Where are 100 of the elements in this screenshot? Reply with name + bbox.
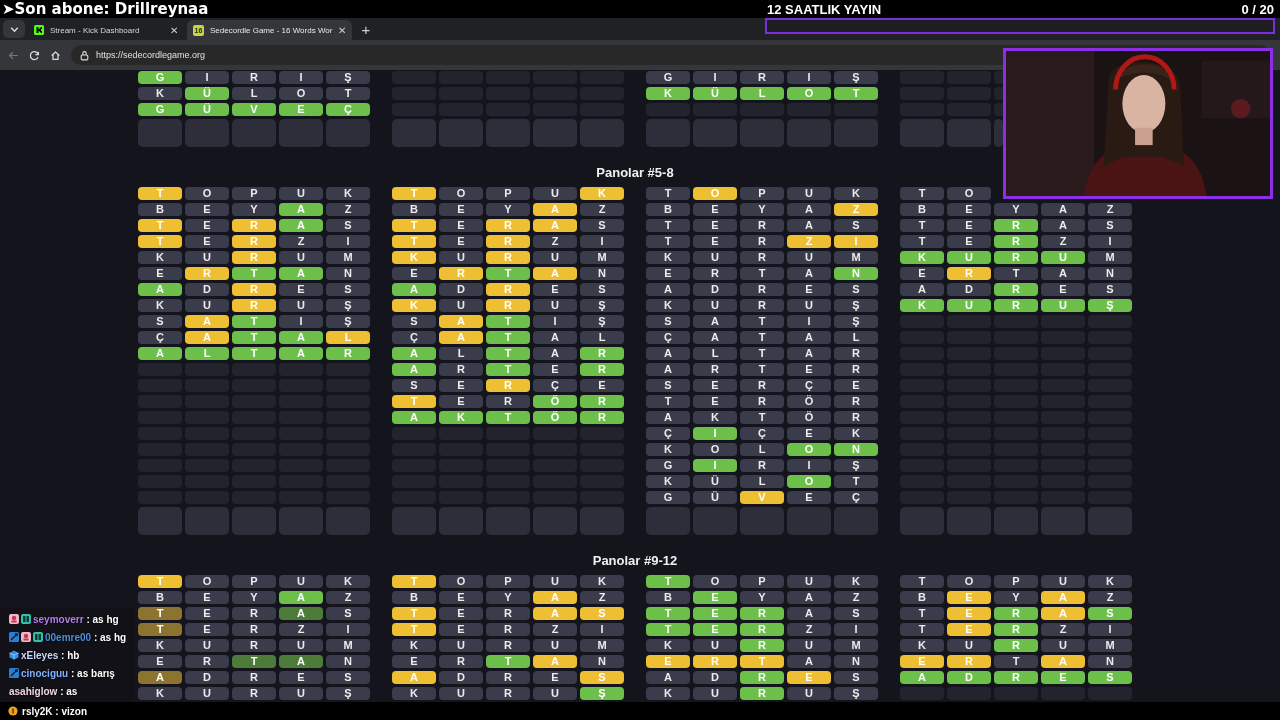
- goal-counter: 0 / 20: [1241, 1, 1275, 17]
- letter-tile: T: [900, 575, 944, 588]
- letter-tile: S: [326, 607, 370, 620]
- letter-tile: K: [580, 575, 624, 588]
- letter-tile: A: [392, 411, 436, 424]
- empty-tile: [580, 71, 624, 84]
- letter-tile: L: [580, 331, 624, 344]
- new-tab-button[interactable]: +: [355, 20, 377, 40]
- letter-tile: K: [138, 299, 182, 312]
- letter-tile: N: [1088, 655, 1132, 668]
- letter-tile: U: [693, 299, 737, 312]
- letter-tile: E: [646, 267, 690, 280]
- letter-tile: A: [279, 347, 323, 360]
- letter-tile: T: [392, 623, 436, 636]
- home-icon[interactable]: [50, 49, 61, 61]
- input-tile: [646, 507, 690, 535]
- letter-tile: I: [834, 235, 878, 248]
- letter-tile: M: [1088, 639, 1132, 652]
- letter-tile: N: [834, 655, 878, 668]
- letter-tile: R: [326, 347, 370, 360]
- letter-tile: R: [947, 267, 991, 280]
- close-tab-button[interactable]: ✕: [170, 24, 178, 36]
- input-tile: [439, 507, 483, 535]
- letter-tile: S: [834, 283, 878, 296]
- letter-tile: U: [279, 187, 323, 200]
- letter-tile: Ç: [138, 331, 182, 344]
- empty-tile: [994, 71, 1003, 84]
- letter-tile: R: [486, 219, 530, 232]
- letter-tile: I: [693, 427, 737, 440]
- letter-tile: E: [439, 591, 483, 604]
- letter-tile: R: [232, 639, 276, 652]
- letter-tile: E: [1041, 671, 1085, 684]
- letter-tile: R: [693, 363, 737, 376]
- tab-list-button[interactable]: [3, 20, 25, 38]
- letter-tile: T: [232, 331, 276, 344]
- letter-tile: L: [740, 87, 784, 100]
- reload-icon[interactable]: [29, 49, 40, 61]
- letter-tile: E: [787, 427, 831, 440]
- letter-tile: L: [439, 347, 483, 360]
- browser-tab[interactable]: Stream - Kick Dashboard ✕: [28, 20, 184, 40]
- empty-tile: [392, 71, 436, 84]
- letter-tile: Z: [834, 591, 878, 604]
- letter-tile: Ş: [326, 315, 370, 328]
- letter-tile: R: [994, 299, 1038, 312]
- site-info-icon[interactable]: [79, 49, 90, 61]
- letter-tile: R: [232, 671, 276, 684]
- chat-message: cinociguu : as barış: [21, 667, 115, 679]
- letter-tile: U: [693, 687, 737, 700]
- input-tile: [1088, 507, 1132, 535]
- letter-tile: O: [185, 187, 229, 200]
- letter-tile: A: [279, 607, 323, 620]
- letter-tile: E: [693, 203, 737, 216]
- letter-tile: A: [533, 267, 577, 280]
- input-tile: [138, 507, 182, 535]
- letter-tile: Z: [580, 591, 624, 604]
- letter-tile: U: [439, 251, 483, 264]
- letter-tile: T: [392, 575, 436, 588]
- letter-tile: D: [439, 671, 483, 684]
- letter-tile: A: [392, 347, 436, 360]
- letter-tile: Z: [787, 235, 831, 248]
- letter-tile: O: [947, 575, 991, 588]
- stream-title: 12 SAATLIK YAYIN: [766, 1, 883, 17]
- empty-tile: [439, 71, 483, 84]
- letter-tile: R: [994, 235, 1038, 248]
- letter-tile: E: [439, 219, 483, 232]
- letter-tile: G: [138, 103, 182, 116]
- letter-tile: S: [392, 379, 436, 392]
- letter-tile: T: [232, 655, 276, 668]
- letter-tile: A: [646, 363, 690, 376]
- letter-tile: A: [1041, 591, 1085, 604]
- letter-tile: A: [138, 671, 182, 684]
- letter-tile: R: [834, 395, 878, 408]
- close-tab-button[interactable]: ✕: [338, 24, 347, 36]
- letter-tile: I: [834, 623, 878, 636]
- input-tile: [787, 119, 831, 147]
- letter-tile: L: [232, 87, 276, 100]
- letter-tile: T: [646, 607, 690, 620]
- letter-tile: Z: [1041, 235, 1085, 248]
- letter-tile: Ç: [787, 379, 831, 392]
- letter-tile: O: [439, 575, 483, 588]
- letter-tile: E: [439, 203, 483, 216]
- letter-tile: K: [138, 251, 182, 264]
- letter-tile: R: [740, 459, 784, 472]
- letter-tile: A: [1041, 267, 1085, 280]
- letter-tile: E: [185, 203, 229, 216]
- letter-tile: A: [646, 671, 690, 684]
- letter-tile: K: [834, 427, 878, 440]
- letter-tile: Z: [787, 623, 831, 636]
- letter-tile: A: [138, 283, 182, 296]
- sword-icon: [9, 632, 19, 642]
- letter-tile: U: [787, 575, 831, 588]
- back-icon[interactable]: [8, 49, 19, 61]
- letter-tile: R: [232, 687, 276, 700]
- letter-tile: S: [1088, 671, 1132, 684]
- letter-tile: Y: [740, 203, 784, 216]
- empty-tile: [947, 71, 991, 84]
- letter-tile: U: [787, 687, 831, 700]
- letter-tile: R: [580, 347, 624, 360]
- letter-tile: A: [1041, 203, 1085, 216]
- letter-tile: N: [834, 443, 878, 456]
